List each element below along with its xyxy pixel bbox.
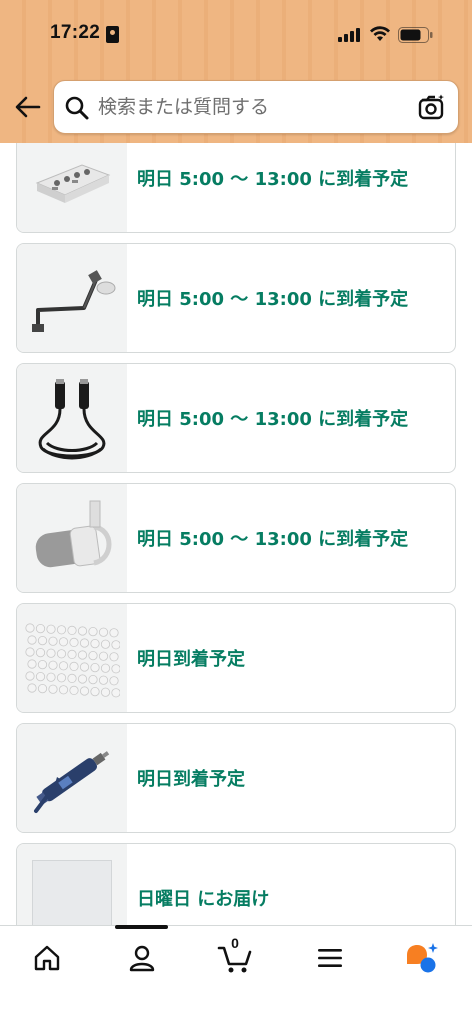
assistant-icon [407, 943, 438, 973]
nav-account[interactable] [112, 938, 172, 978]
delivery-status: 明日 5:00 〜 13:00 に到着予定 [137, 529, 409, 550]
id-card-icon [106, 26, 119, 43]
search-bar[interactable] [53, 80, 459, 134]
wifi-icon [370, 26, 390, 41]
order-card[interactable]: 明日 5:00 〜 13:00 に到着予定 [16, 243, 456, 353]
delivery-status: 明日到着予定 [137, 769, 245, 790]
nav-home[interactable] [17, 938, 77, 978]
back-button[interactable] [12, 90, 44, 124]
header: 17:22 [0, 0, 472, 143]
search-input[interactable] [98, 81, 403, 133]
back-arrow-icon [15, 96, 41, 118]
xlr-cable-image [17, 364, 127, 472]
microphone-image [17, 484, 127, 592]
account-icon [129, 945, 155, 972]
battery-icon [398, 27, 433, 43]
delivery-status: 明日 5:00 〜 13:00 に到着予定 [137, 169, 409, 190]
audio-mixer-image [17, 143, 127, 232]
order-card[interactable]: 日曜日 にお届け [16, 843, 456, 925]
mic-boom-arm-image [17, 244, 127, 352]
bottom-navigation: 0 [0, 925, 472, 1025]
delivery-status: 日曜日 にお届け [137, 889, 270, 910]
home-icon [34, 945, 60, 971]
search-icon [65, 96, 89, 120]
status-time: 17:22 [50, 22, 101, 43]
order-card[interactable]: 明日 5:00 〜 13:00 に到着予定 [16, 363, 456, 473]
white-panel-image [17, 844, 127, 925]
delivery-status: 明日 5:00 〜 13:00 に到着予定 [137, 409, 409, 430]
signal-icon [338, 28, 360, 42]
order-card[interactable]: 明日 5:00 〜 13:00 に到着予定 [16, 143, 456, 233]
camera-search-icon[interactable] [418, 94, 446, 120]
nav-menu[interactable] [300, 938, 360, 978]
thermal-paste-image [17, 724, 127, 832]
order-card[interactable]: 明日到着予定 [16, 603, 456, 713]
order-card[interactable]: 明日到着予定 [16, 723, 456, 833]
order-card[interactable]: 明日 5:00 〜 13:00 に到着予定 [16, 483, 456, 593]
menu-icon [318, 949, 342, 967]
nav-assistant[interactable] [392, 938, 452, 978]
cart-count: 0 [231, 935, 239, 951]
delivery-status: 明日 5:00 〜 13:00 に到着予定 [137, 289, 409, 310]
active-tab-indicator [115, 925, 168, 929]
round-pads-image [17, 604, 127, 712]
order-list: 明日 5:00 〜 13:00 に到着予定 明日 5:00 〜 13:00 に到… [0, 143, 472, 925]
nav-cart[interactable]: 0 [205, 935, 265, 978]
delivery-status: 明日到着予定 [137, 649, 245, 670]
